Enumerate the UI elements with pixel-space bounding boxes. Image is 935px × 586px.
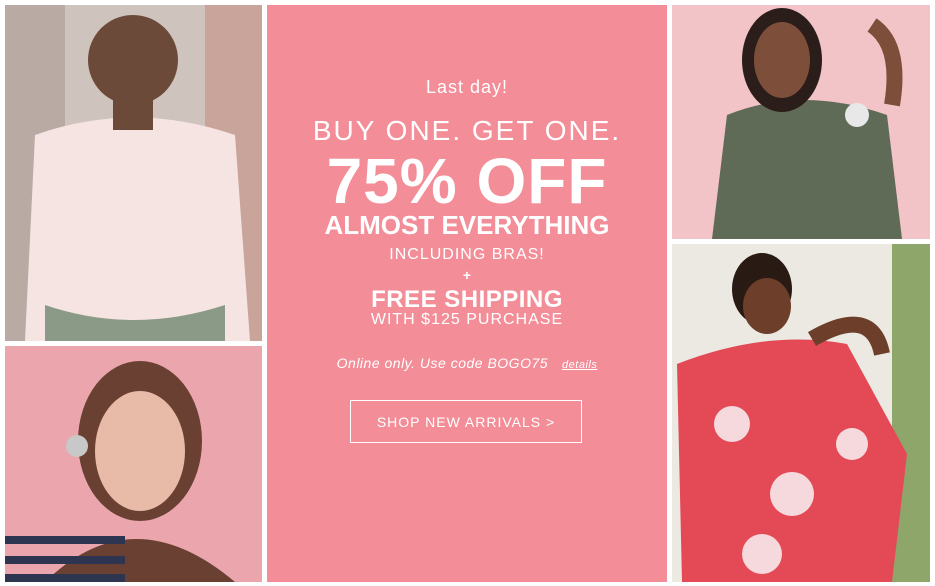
promo-includes: INCLUDING BRAS! [389,246,545,263]
model-photo-floral-dress[interactable] [672,244,930,582]
promo-shipping: FREE SHIPPING [371,286,563,313]
promo-code-note: Online only. Use code BOGO75 [336,355,549,371]
model-photo-olive-tee[interactable] [672,5,930,239]
promo-plus: + [462,267,472,283]
promo-scope: ALMOST EVERYTHING [324,210,610,240]
promo-discount: 75% OFF [326,145,608,217]
model-photo-floral-dress-image [672,244,930,582]
promo-panel: Last day! BUY ONE. GET ONE. 75% OFF ALMO… [267,5,667,582]
model-photo-pink-tee[interactable] [5,5,262,341]
promo-eyebrow: Last day! [425,77,509,97]
model-photo-olive-tee-image [672,5,930,239]
model-photo-pink-tee-image [5,5,262,341]
shop-new-arrivals-button[interactable]: SHOP NEW ARRIVALS > [350,400,582,443]
promo-shipping-condition: WITH $125 PURCHASE [370,311,564,328]
details-link[interactable]: details [562,359,597,371]
promo-code-note-row: Online only. Use code BOGO75 details [267,355,667,371]
model-photo-striped-tee-image [5,346,262,582]
model-photo-striped-tee[interactable] [5,346,262,582]
